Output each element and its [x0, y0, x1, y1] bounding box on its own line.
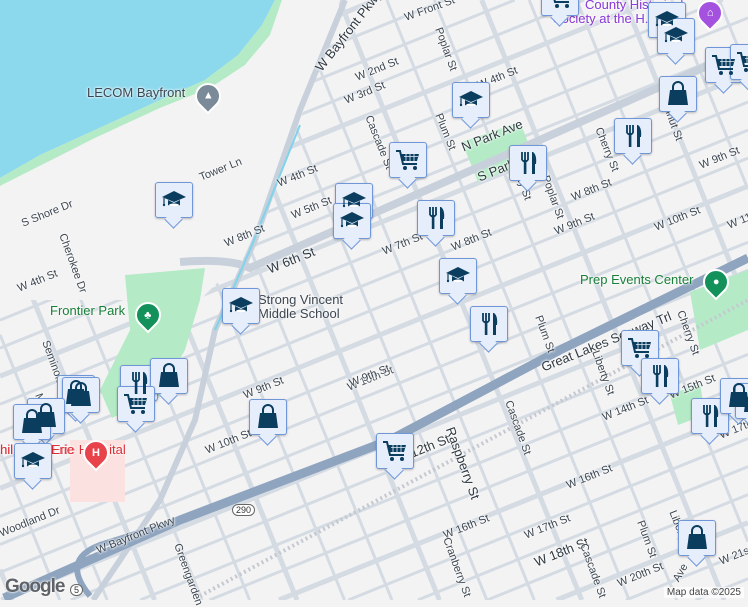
- food-marker[interactable]: [509, 145, 547, 181]
- food-marker[interactable]: [470, 306, 508, 342]
- bag-marker[interactable]: [13, 404, 51, 440]
- bag-marker[interactable]: [678, 520, 716, 556]
- cart-icon: [553, 0, 569, 8]
- cart-icon: [396, 150, 419, 170]
- cart-icon: [383, 441, 406, 461]
- route-shield: 5: [70, 584, 84, 596]
- bag-marker[interactable]: [150, 358, 188, 394]
- school-marker[interactable]: [222, 288, 260, 324]
- google-logo: Google: [5, 576, 65, 597]
- bag-marker[interactable]: [659, 76, 697, 112]
- cart-icon: [737, 52, 748, 72]
- school-marker[interactable]: [439, 258, 477, 294]
- route-shield: 290: [232, 504, 256, 516]
- cart-marker[interactable]: [621, 330, 659, 366]
- poi-strong-vincent[interactable]: Middle School: [258, 307, 340, 321]
- school-icon: [459, 91, 483, 107]
- school-marker[interactable]: [14, 443, 52, 479]
- cart-marker[interactable]: [389, 142, 427, 178]
- food-marker[interactable]: [691, 398, 729, 434]
- school-marker[interactable]: [657, 18, 695, 54]
- bag-icon: [71, 382, 91, 406]
- cart-marker[interactable]: [117, 386, 155, 422]
- bag-marker[interactable]: [62, 377, 100, 413]
- food-icon: [626, 125, 642, 147]
- school-icon: [446, 267, 470, 283]
- poi-lecom-bayfront[interactable]: LECOM Bayfront: [87, 86, 185, 100]
- food-icon: [703, 405, 719, 427]
- food-marker[interactable]: [417, 200, 455, 236]
- cart-icon: [712, 55, 735, 75]
- cart-marker[interactable]: [376, 433, 414, 469]
- school-marker[interactable]: [452, 82, 490, 118]
- food-marker[interactable]: [641, 358, 679, 394]
- poi-frontier-park[interactable]: Frontier Park: [50, 304, 125, 318]
- bag-icon: [22, 409, 42, 433]
- poi-prep-events-center[interactable]: Prep Events Center: [580, 273, 693, 287]
- poi-strong-vincent[interactable]: Strong Vincent: [258, 293, 343, 307]
- food-icon: [482, 313, 498, 335]
- food-marker[interactable]: [614, 118, 652, 154]
- map-attribution[interactable]: Map data ©2025: [663, 587, 744, 598]
- bag-icon: [744, 397, 748, 412]
- bag-icon: [687, 525, 707, 549]
- cart-icon: [628, 338, 651, 358]
- food-icon: [429, 207, 445, 229]
- food-icon: [521, 152, 537, 174]
- school-marker[interactable]: [333, 203, 371, 239]
- school-icon: [340, 212, 364, 228]
- school-icon: [664, 27, 688, 43]
- school-icon: [229, 297, 253, 313]
- bag-icon: [159, 363, 179, 387]
- school-icon: [162, 191, 186, 207]
- bag-marker[interactable]: [249, 399, 287, 435]
- food-icon: [653, 365, 669, 387]
- school-marker[interactable]: [155, 182, 193, 218]
- bag-icon: [668, 81, 688, 105]
- school-icon: [21, 452, 45, 468]
- bag-icon: [258, 404, 278, 428]
- cart-marker[interactable]: [541, 0, 579, 16]
- cart-icon: [124, 394, 147, 414]
